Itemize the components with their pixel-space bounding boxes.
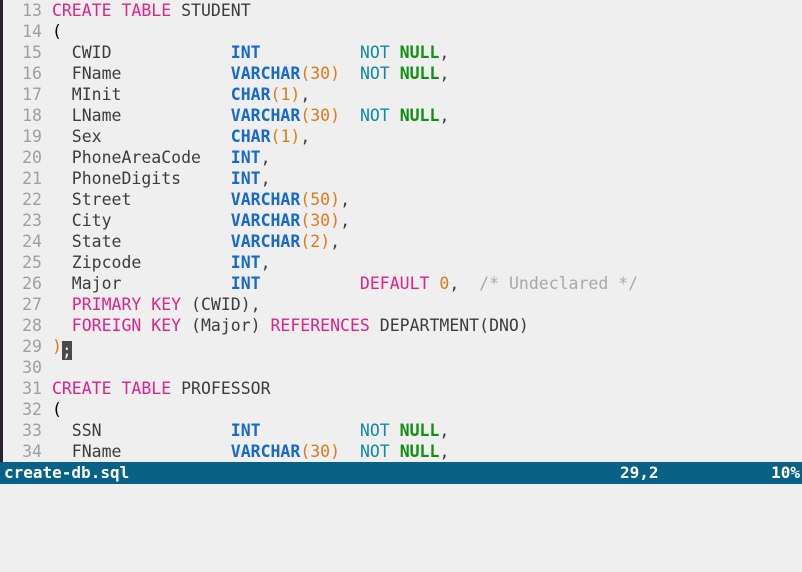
terminal-left-edge [0, 0, 3, 462]
line-content: ( [51, 400, 62, 419]
code-line[interactable]: 25 Zipcode INT, [0, 252, 802, 273]
line-number: 16 [22, 64, 42, 83]
line-number: 29 [22, 337, 42, 356]
line-number: 13 [22, 1, 42, 20]
code-line[interactable]: 27 PRIMARY KEY (CWID), [0, 294, 802, 315]
line-content: MInit CHAR(1), [51, 85, 311, 104]
line-number: 27 [22, 295, 42, 314]
line-number: 26 [22, 274, 42, 293]
code-line[interactable]: 16 FName VARCHAR(30) NOT NULL, [0, 63, 802, 84]
line-number: 17 [22, 85, 42, 104]
line-number: 18 [22, 106, 42, 125]
code-line[interactable]: 34 FName VARCHAR(30) NOT NULL, [0, 441, 802, 462]
code-line-with-cursor[interactable]: 29 ); [0, 336, 802, 360]
code-line[interactable]: 17 MInit CHAR(1), [0, 84, 802, 105]
line-content: City VARCHAR(30), [51, 211, 350, 230]
line-content: FOREIGN KEY (Major) REFERENCES DEPARTMEN… [51, 316, 529, 335]
line-number: 20 [22, 148, 42, 167]
line-content: PhoneDigits INT, [51, 169, 271, 188]
code-line[interactable]: 18 LName VARCHAR(30) NOT NULL, [0, 105, 802, 126]
code-line[interactable]: 28 FOREIGN KEY (Major) REFERENCES DEPART… [0, 315, 802, 336]
status-filename: create-db.sql [4, 463, 130, 482]
code-line[interactable]: 23 City VARCHAR(30), [0, 210, 802, 231]
line-content: ); [51, 337, 72, 360]
status-cursor-position: 29,2 [620, 463, 659, 482]
code-line[interactable]: 13 CREATE TABLE STUDENT [0, 0, 802, 21]
line-number: 28 [22, 316, 42, 335]
line-content: Street VARCHAR(50), [51, 190, 350, 209]
line-number: 19 [22, 127, 42, 146]
line-number: 34 [22, 442, 42, 461]
line-number: 32 [22, 400, 42, 419]
line-content: Sex CHAR(1), [51, 127, 311, 146]
code-line[interactable]: 22 Street VARCHAR(50), [0, 189, 802, 210]
code-line[interactable]: 21 PhoneDigits INT, [0, 168, 802, 189]
line-content: LName VARCHAR(30) NOT NULL, [51, 106, 450, 125]
code-line[interactable]: 31 CREATE TABLE PROFESSOR [0, 378, 802, 399]
code-line[interactable]: 32 ( [0, 399, 802, 420]
line-number: 23 [22, 211, 42, 230]
code-line[interactable]: 15 CWID INT NOT NULL, [0, 42, 802, 63]
code-line[interactable]: 20 PhoneAreaCode INT, [0, 147, 802, 168]
text-cursor: ; [61, 341, 72, 360]
code-line[interactable]: 30 [0, 357, 802, 378]
line-content: Major INT DEFAULT 0, /* Undeclared */ [51, 274, 639, 293]
command-line[interactable] [0, 484, 802, 506]
line-number: 21 [22, 169, 42, 188]
code-line[interactable]: 19 Sex CHAR(1), [0, 126, 802, 147]
line-number: 22 [22, 190, 42, 209]
line-number: 15 [22, 43, 42, 62]
line-content: Zipcode INT, [51, 253, 271, 272]
line-content: ( [51, 22, 62, 41]
line-number: 24 [22, 232, 42, 251]
code-line[interactable]: 33 SSN INT NOT NULL, [0, 420, 802, 441]
line-content: SSN INT NOT NULL, [51, 421, 450, 440]
line-content: CREATE TABLE PROFESSOR [51, 379, 271, 398]
line-content: PhoneAreaCode INT, [51, 148, 271, 167]
line-number: 14 [22, 22, 42, 41]
line-content: FName VARCHAR(30) NOT NULL, [51, 442, 450, 461]
line-content: State VARCHAR(2), [51, 232, 341, 251]
line-content: CWID INT NOT NULL, [51, 43, 450, 62]
status-scroll-percent: 10% [771, 463, 800, 482]
line-number: 30 [22, 358, 42, 377]
line-content: CREATE TABLE STUDENT [51, 1, 251, 20]
code-line[interactable]: 24 State VARCHAR(2), [0, 231, 802, 252]
code-editor-viewport[interactable]: 13 CREATE TABLE STUDENT 14 ( 15 CWID INT… [0, 0, 802, 462]
editor-window: 13 CREATE TABLE STUDENT 14 ( 15 CWID INT… [0, 0, 802, 506]
line-content: FName VARCHAR(30) NOT NULL, [51, 64, 450, 83]
line-content: PRIMARY KEY (CWID), [51, 295, 261, 314]
line-number: 25 [22, 253, 42, 272]
code-line[interactable]: 14 ( [0, 21, 802, 42]
line-number: 33 [22, 421, 42, 440]
line-number: 31 [22, 379, 42, 398]
status-bar: create-db.sql 29,2 10% [0, 462, 802, 484]
code-line[interactable]: 26 Major INT DEFAULT 0, /* Undeclared */ [0, 273, 802, 294]
